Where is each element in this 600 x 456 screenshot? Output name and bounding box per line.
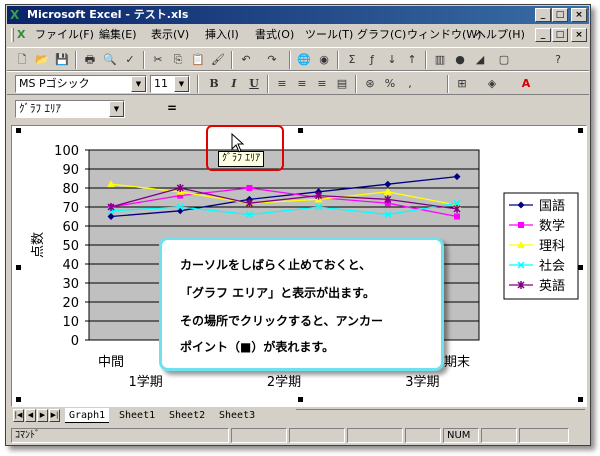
legend-label: 社会 xyxy=(539,258,565,274)
status-panel xyxy=(231,428,287,443)
horizontal-scrollbar[interactable] xyxy=(296,409,585,422)
y-tick-label: 70 xyxy=(62,201,79,216)
prev-sheet-icon[interactable]: ◀ xyxy=(25,409,36,422)
legend-label: 数学 xyxy=(539,218,565,234)
legend-label: 理科 xyxy=(539,239,565,254)
last-sheet-icon[interactable]: ▶| xyxy=(49,409,60,422)
first-sheet-icon[interactable]: |◀ xyxy=(13,409,24,422)
y-tick-label: 50 xyxy=(62,239,79,254)
y-tick-label: 10 xyxy=(62,315,79,330)
y-tick-label: 80 xyxy=(62,182,79,197)
y-tick-label: 100 xyxy=(54,144,79,159)
data-point xyxy=(518,222,524,228)
callout-line: ポイント（■）が表れます。 xyxy=(180,340,335,354)
chart-area-tooltip: ｸﾞﾗﾌ ｴﾘｱ xyxy=(218,151,265,167)
callout-line: カーソルをしばらく止めておくと、 xyxy=(180,258,372,272)
next-sheet-icon[interactable]: ▶ xyxy=(37,409,48,422)
y-tick-label: 30 xyxy=(62,277,79,292)
x-tick-label: 期末 xyxy=(444,355,470,370)
y-tick-label: 60 xyxy=(62,220,79,235)
x-group-label: 3学期 xyxy=(405,374,439,390)
tab-sheet2[interactable]: Sheet2 xyxy=(165,408,209,423)
sheet-tab-bar: |◀ ◀ ▶ ▶| Graph1 Sheet1 Sheet2 Sheet3 xyxy=(11,408,587,424)
y-tick-label: 90 xyxy=(62,163,79,178)
explanation-callout: カーソルをしばらく止めておくと、 「グラフ エリア」と表示が出ます。 その場所で… xyxy=(159,237,444,371)
status-panel xyxy=(519,428,569,443)
callout-line: その場所でクリックすると、アンカー xyxy=(180,314,384,328)
data-point xyxy=(454,213,460,220)
status-panel xyxy=(481,428,517,443)
y-tick-label: 0 xyxy=(71,334,79,349)
excel-window: X Microsoft Excel - テスト.xls _ □ × X ファイル… xyxy=(5,4,591,446)
tab-sheet3[interactable]: Sheet3 xyxy=(215,408,259,423)
tab-sheet1[interactable]: Sheet1 xyxy=(115,408,159,423)
status-mode: ｺﾏﾝﾄﾞ xyxy=(11,428,229,443)
y-axis-label: 点数 xyxy=(31,232,46,258)
x-group-label: 1学期 xyxy=(128,374,162,390)
legend-label: 国語 xyxy=(539,198,565,214)
y-tick-label: 20 xyxy=(62,296,79,311)
x-group-label: 2学期 xyxy=(267,374,301,390)
status-panel xyxy=(347,428,403,443)
line-chart[interactable]: 0 10 20 30 40 50 60 70 80 90 100 点数中間 期末 1学期 2学期 3学期 国語数… xyxy=(6,5,592,447)
status-num: NUM xyxy=(443,428,479,443)
callout-line: 「グラフ エリア」と表示が出ます。 xyxy=(180,286,375,300)
status-panel xyxy=(405,428,441,443)
x-tick-label: 中間 xyxy=(98,355,124,370)
tab-graph1[interactable]: Graph1 xyxy=(65,408,110,423)
legend-label: 英語 xyxy=(539,278,565,294)
status-panel xyxy=(289,428,345,443)
status-bar: ｺﾏﾝﾄﾞ NUM xyxy=(7,426,589,444)
cursor-arrow-icon xyxy=(231,133,245,153)
y-tick-label: 40 xyxy=(62,258,79,273)
data-point xyxy=(246,185,253,191)
